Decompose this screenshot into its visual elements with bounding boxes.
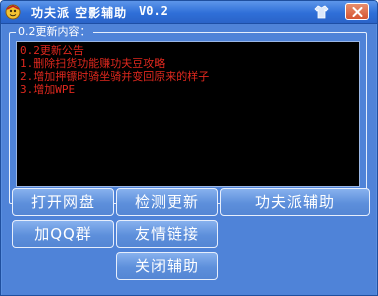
kungfu-app-icon — [5, 4, 21, 20]
kungfu-assist-button[interactable]: 功夫派辅助 — [220, 188, 370, 216]
join-qq-group-button[interactable]: 加QQ群 — [12, 220, 114, 248]
title-bar[interactable]: 功夫派 空影辅助 V0.2 — [1, 1, 377, 24]
update-notes-textbox[interactable]: 0.2更新公告 1.删除扫货功能赚功夫豆攻略 2.增加押镖时骑坐骑并变回原来的样… — [16, 41, 360, 187]
close-assist-button[interactable]: 关闭辅助 — [116, 252, 218, 280]
app-window: 功夫派 空影辅助 V0.2 0.2更新内容： 0.2更新公告 1.删除扫货功能赚… — [0, 0, 378, 296]
friend-links-button[interactable]: 友情链接 — [116, 220, 218, 248]
notes-line: 2.增加押镖时骑坐骑并变回原来的样子 — [20, 70, 210, 83]
close-button[interactable] — [345, 3, 369, 20]
window-version: V0.2 — [139, 4, 168, 18]
window-title: 功夫派 空影辅助 — [31, 6, 128, 20]
update-notes-legend: 0.2更新内容： — [16, 25, 93, 39]
notes-line: 1.删除扫货功能赚功夫豆攻略 — [20, 57, 166, 70]
notes-line: 3.增加WPE — [20, 83, 76, 96]
check-update-button[interactable]: 检测更新 — [116, 188, 218, 216]
notes-line: 0.2更新公告 — [20, 44, 84, 57]
skin-shirt-icon[interactable] — [313, 4, 330, 20]
open-drive-button[interactable]: 打开网盘 — [12, 188, 114, 216]
close-icon — [352, 7, 363, 17]
client-area: 0.2更新内容： 0.2更新公告 1.删除扫货功能赚功夫豆攻略 2.增加押镖时骑… — [2, 24, 376, 295]
update-notes-group: 0.2更新内容： 0.2更新公告 1.删除扫货功能赚功夫豆攻略 2.增加押镖时骑… — [9, 25, 367, 204]
